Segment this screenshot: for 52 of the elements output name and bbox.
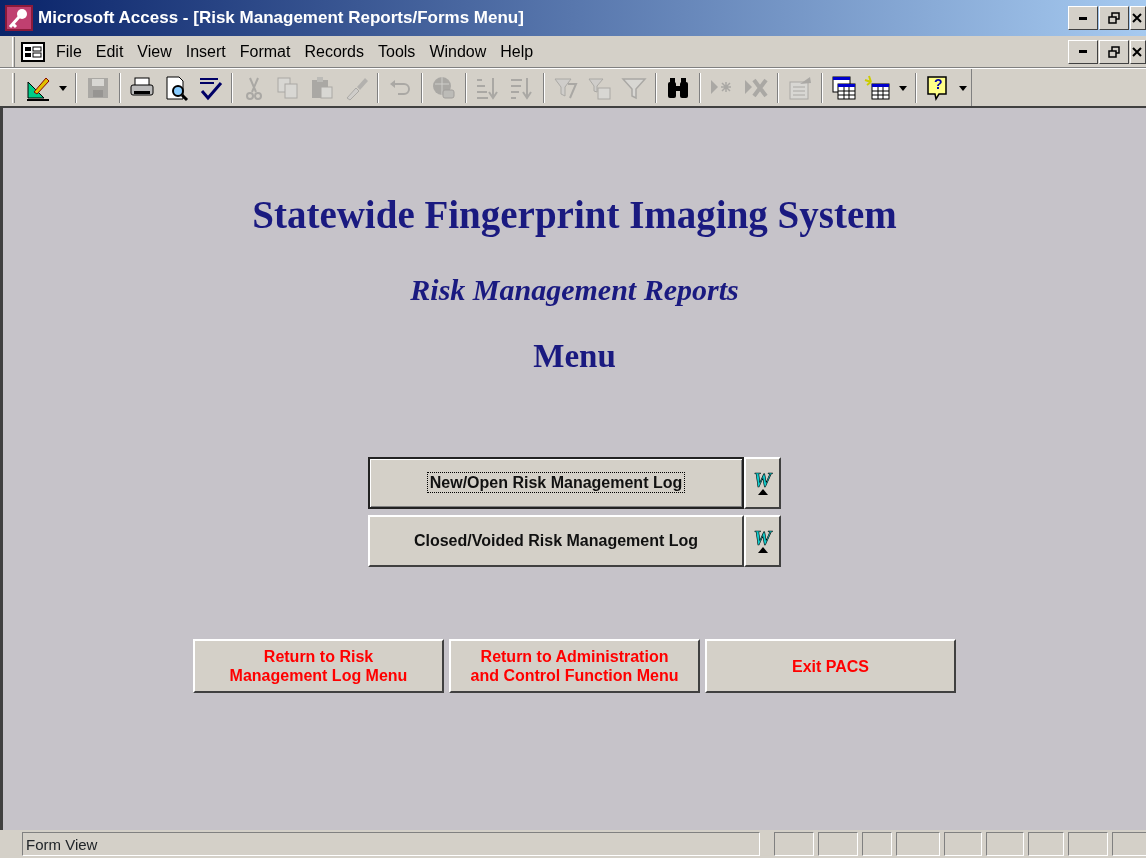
- caret-icon: [959, 85, 967, 91]
- form-subtitle: Risk Management Reports: [410, 271, 739, 308]
- help-glyph: ?: [934, 77, 943, 91]
- close-icon: [1131, 12, 1143, 24]
- menu-item[interactable]: Window: [422, 37, 494, 66]
- menu-item[interactable]: View: [130, 37, 179, 66]
- minimize-icon: [1079, 50, 1087, 53]
- up-arrow-icon: [757, 546, 768, 554]
- menu-item[interactable]: Tools: [371, 37, 423, 66]
- toolbar-button[interactable]: ?: [921, 71, 955, 105]
- menu-item[interactable]: Edit: [88, 37, 131, 66]
- status-panel: [1068, 832, 1108, 856]
- key-icon: [4, 4, 34, 32]
- status-panel: [1028, 832, 1064, 856]
- restore-icon: [1108, 12, 1120, 24]
- menu-item[interactable]: Insert: [178, 37, 233, 66]
- menu-item[interactable]: Help: [493, 37, 541, 66]
- up-arrow-icon: [757, 488, 768, 496]
- status-panel: [896, 832, 940, 856]
- word-glyph: W: [753, 470, 772, 489]
- menu-item[interactable]: Records: [297, 37, 371, 66]
- caret-icon: [899, 85, 907, 91]
- menu-item[interactable]: File: [49, 37, 89, 66]
- status-text: Form View: [22, 832, 760, 856]
- minimize-button[interactable]: [1068, 39, 1098, 64]
- minimize-icon: [1079, 16, 1087, 20]
- menu-item[interactable]: Format: [232, 37, 298, 66]
- status-panel: [1112, 832, 1146, 856]
- restore-button[interactable]: [1099, 39, 1129, 64]
- globe-icon: [430, 74, 458, 102]
- close-icon: [1131, 45, 1143, 58]
- status-panel: [986, 832, 1024, 856]
- report-button[interactable]: Closed/Voided Risk Management Log: [368, 515, 744, 567]
- form-icon[interactable]: [21, 41, 45, 62]
- report-button[interactable]: New/Open Risk Management Log: [368, 457, 744, 509]
- close-button[interactable]: [1130, 39, 1146, 64]
- status-panel: [862, 832, 892, 856]
- database-window-icon: [830, 74, 858, 102]
- window-title: Microsoft Access - [Risk Management Reports/Forms Menu]: [38, 7, 524, 30]
- new-table-icon: [864, 74, 892, 102]
- restore-icon: [1108, 45, 1120, 58]
- status-panel: [944, 832, 982, 856]
- status-panel: [818, 832, 858, 856]
- close-button[interactable]: [1130, 6, 1146, 30]
- form-title: Statewide Fingerprint Imaging System: [252, 192, 897, 239]
- form-heading: Menu: [533, 336, 616, 376]
- caret-icon: [59, 85, 67, 91]
- minimize-button[interactable]: [1068, 6, 1098, 30]
- status-panel: [774, 832, 814, 856]
- properties-icon: [786, 74, 814, 102]
- word-glyph: W: [753, 528, 772, 547]
- restore-button[interactable]: [1099, 6, 1129, 30]
